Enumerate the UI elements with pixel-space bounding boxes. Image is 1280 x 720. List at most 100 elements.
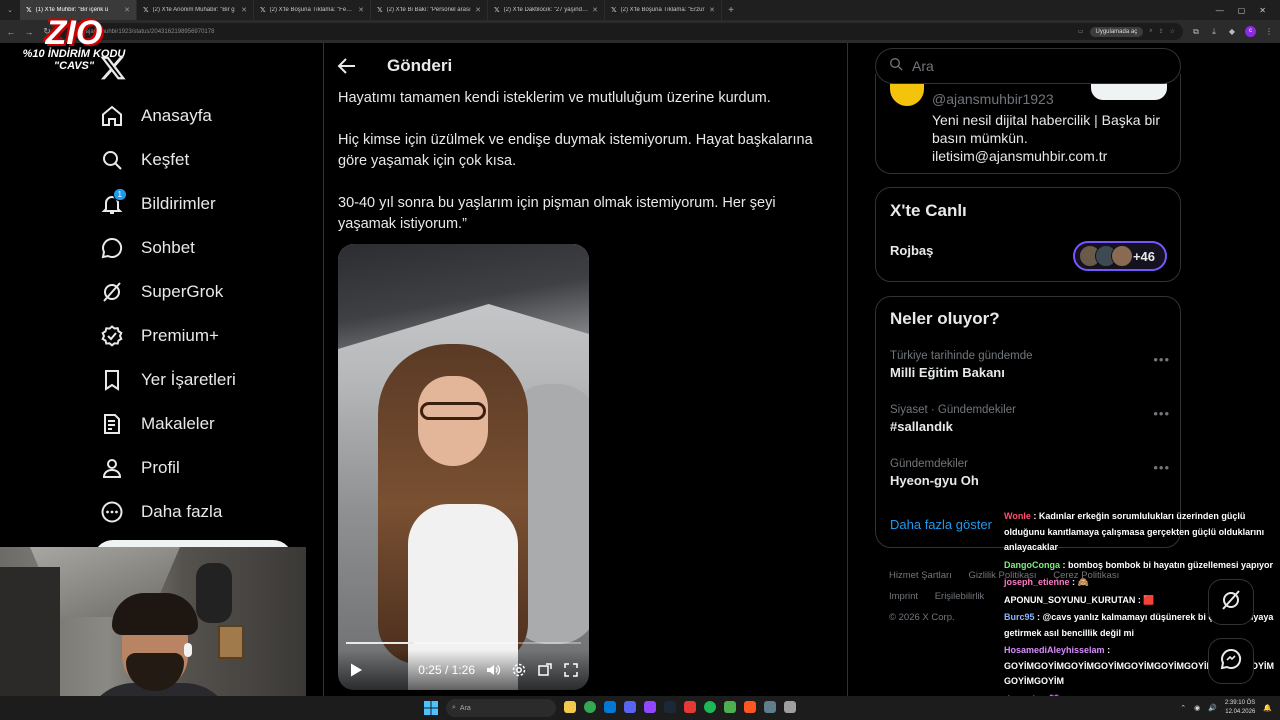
tab-label: (2) X'te Boşuna Tıklama: "Erzur xyxy=(620,7,705,13)
footer-link[interactable]: Imprint xyxy=(889,591,918,602)
nav-item-home[interactable]: Anasayfa xyxy=(100,94,310,138)
video-progress-fill xyxy=(346,642,415,644)
settings-gear-icon[interactable] xyxy=(511,662,527,678)
picture-in-picture-icon[interactable] xyxy=(537,662,553,678)
network-icon[interactable]: ◉ xyxy=(1194,704,1200,712)
post-video[interactable]: 0:25 / 1:26 xyxy=(338,244,589,690)
volume-icon[interactable] xyxy=(485,662,501,678)
nav-item-supergrok[interactable]: SuperGrok xyxy=(100,270,310,314)
open-in-app-button[interactable]: Uygulamada aç xyxy=(1089,26,1144,37)
back-icon[interactable]: ← xyxy=(6,27,16,37)
tab-close-icon[interactable]: ✕ xyxy=(475,6,481,14)
video-progress-bar[interactable] xyxy=(346,642,581,644)
new-tab-icon[interactable]: + xyxy=(722,5,740,16)
tab-close-icon[interactable]: ✕ xyxy=(592,6,598,14)
bookmark-icon xyxy=(100,368,124,392)
nav-item-explore[interactable]: Keşfet xyxy=(100,138,310,182)
footer-link[interactable]: Erişilebilirlik xyxy=(935,591,985,602)
tab-close-icon[interactable]: ✕ xyxy=(241,6,247,14)
browser-menu-icon[interactable]: ⋮ xyxy=(1264,27,1274,36)
x-favicon-icon: 𝕏 xyxy=(260,7,266,14)
browser-tab[interactable]: 𝕏 (2) X'te Boşuna Tıklama: "Erzur ✕ xyxy=(605,0,722,20)
back-arrow-icon[interactable] xyxy=(335,54,359,78)
play-icon[interactable] xyxy=(348,662,364,678)
app-icon[interactable] xyxy=(764,701,776,713)
zoom-icon[interactable]: ⌕ xyxy=(1149,28,1152,35)
discord-icon[interactable] xyxy=(624,701,636,713)
trend-name: Hyeon-gyu Oh xyxy=(890,473,979,488)
x-favicon-icon: 𝕏 xyxy=(26,7,32,14)
webcam-overlay xyxy=(0,547,306,720)
chat-icon xyxy=(100,236,124,260)
tab-close-icon[interactable]: ✕ xyxy=(124,6,130,14)
trend-category: Türkiye tarihinde gündemde xyxy=(890,350,1033,362)
steam-icon[interactable] xyxy=(664,701,676,713)
tab-close-icon[interactable]: ✕ xyxy=(709,6,715,14)
tray-chevron-icon[interactable]: ⌃ xyxy=(1180,704,1186,712)
app-icon[interactable] xyxy=(724,701,736,713)
nav-item-chat[interactable]: Sohbet xyxy=(100,226,310,270)
browser-tab[interactable]: 𝕏 (2) X'te Boşuna Tıklama: "Fenon ✕ xyxy=(254,0,371,20)
browser-tab[interactable]: 𝕏 (2) X'te Daktilocık: "27 yaşınday ✕ xyxy=(488,0,605,20)
maximize-icon[interactable]: ▢ xyxy=(1238,6,1246,15)
nav-item-bookmarks[interactable]: Yer İşaretleri xyxy=(100,358,310,402)
nav-label: Premium+ xyxy=(141,326,219,345)
chat-username: APONUN_SOYUNU_KURUTAN xyxy=(1004,594,1136,605)
extension-icon[interactable]: ◆ xyxy=(1227,27,1237,36)
profile-avatar-icon[interactable]: c xyxy=(1245,26,1256,37)
x-favicon-icon: 𝕏 xyxy=(611,7,617,14)
trend-item[interactable]: Gündemdekiler Hyeon-gyu Oh ••• xyxy=(890,458,1170,488)
edge-icon[interactable] xyxy=(604,701,616,713)
window-controls: — ▢ ✕ xyxy=(1216,6,1280,15)
close-window-icon[interactable]: ✕ xyxy=(1259,6,1266,15)
share-icon[interactable]: ⇪ xyxy=(1159,28,1164,35)
trend-item[interactable]: Siyaset · Gündemdekiler #sallandık ••• xyxy=(890,404,1170,434)
show-more-link[interactable]: Daha fazla göster xyxy=(890,517,992,532)
extensions-icon[interactable]: ⧉ xyxy=(1191,27,1201,37)
taskbar-search[interactable]: ⌕ Ara xyxy=(446,699,556,717)
x-logo-icon[interactable] xyxy=(98,54,128,82)
spotify-icon[interactable] xyxy=(704,701,716,713)
volume-icon[interactable]: 🔊 xyxy=(1208,704,1217,712)
browser-tab[interactable]: 𝕏 (2) X'te Anonim Muhabir: "Bir g ✕ xyxy=(137,0,254,20)
more-options-icon[interactable]: ••• xyxy=(1153,406,1170,421)
system-clock[interactable]: 2:39:10 ÖS 12.04.2026 xyxy=(1225,699,1255,717)
chrome-icon[interactable] xyxy=(584,701,596,713)
minimize-icon[interactable]: — xyxy=(1216,6,1224,15)
browser-tab[interactable]: 𝕏 (2) X'te Bi Bakı: "Personel arası ✕ xyxy=(371,0,488,20)
star-icon[interactable]: ☆ xyxy=(1170,28,1175,35)
nav-item-articles[interactable]: Makaleler xyxy=(100,402,310,446)
search-box[interactable]: Ara xyxy=(875,48,1181,84)
fullscreen-icon[interactable] xyxy=(563,662,579,678)
downloads-icon[interactable]: ⤓ xyxy=(1209,27,1219,37)
nav-item-premium[interactable]: Premium+ xyxy=(100,314,310,358)
nav-item-profile[interactable]: Profil xyxy=(100,446,310,490)
live-host[interactable]: Rojbaş xyxy=(890,243,933,258)
address-bar[interactable]: x.com/ajansmuhbir1923/status/20431621989… xyxy=(60,23,1183,40)
more-options-icon[interactable]: ••• xyxy=(1153,460,1170,475)
chat-username: DangoConga xyxy=(1004,559,1060,570)
windows-start-icon[interactable] xyxy=(424,701,438,715)
tab-search-icon[interactable]: ⌄ xyxy=(0,6,20,14)
messages-float-button[interactable] xyxy=(1208,638,1254,684)
profile-handle[interactable]: @ajansmuhbir1923 xyxy=(932,91,1054,107)
url-text: x.com/ajansmuhbir1923/status/20431621989… xyxy=(68,28,215,35)
tab-close-icon[interactable]: ✕ xyxy=(358,6,364,14)
file-explorer-icon[interactable] xyxy=(564,701,576,713)
obs-icon[interactable] xyxy=(684,701,696,713)
more-options-icon[interactable]: ••• xyxy=(1153,352,1170,367)
cast-icon[interactable]: ▭ xyxy=(1078,28,1084,35)
footer-link[interactable]: Hizmet Şartları xyxy=(889,570,952,581)
nav-item-notifications[interactable]: 1 Bildirimler xyxy=(100,182,310,226)
twitch-icon[interactable] xyxy=(644,701,656,713)
trend-item[interactable]: Türkiye tarihinde gündemde Milli Eğitim … xyxy=(890,350,1170,380)
primary-navigation: Anasayfa Keşfet 1 Bildirimler Sohbet Sup… xyxy=(100,94,310,534)
live-participants-pill[interactable]: +46 xyxy=(1073,241,1167,271)
notification-icon[interactable]: 🔔 xyxy=(1263,704,1272,712)
grok-float-button[interactable] xyxy=(1208,579,1254,625)
app-icon[interactable] xyxy=(744,701,756,713)
nav-item-more[interactable]: Daha fazla xyxy=(100,490,310,534)
bell-icon: 1 xyxy=(100,188,127,216)
app-icon[interactable] xyxy=(784,701,796,713)
live-title: X'te Canlı xyxy=(890,201,967,220)
